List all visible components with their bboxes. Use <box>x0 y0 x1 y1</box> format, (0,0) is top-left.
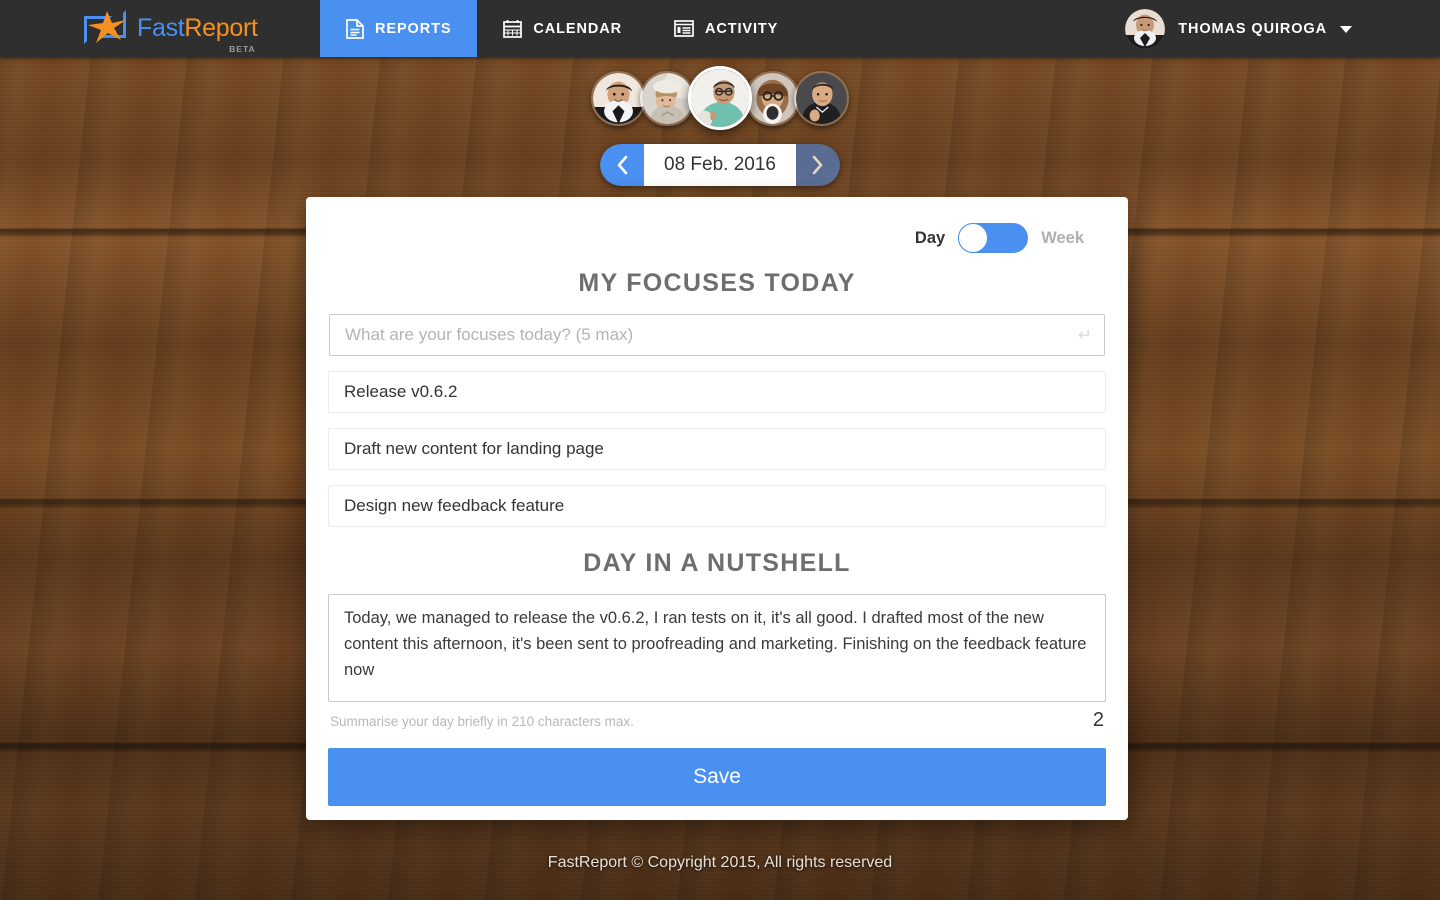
calendar-icon <box>503 19 523 38</box>
brand-wordmark: FastReport BETA <box>137 14 258 54</box>
document-icon <box>346 18 364 39</box>
day-week-toggle-row: Day Week <box>328 219 1106 257</box>
day-week-switch[interactable] <box>958 223 1029 253</box>
report-card: Day Week MY FOCUSES TODAY ↵ Release v0.6… <box>306 197 1128 820</box>
list-window-icon <box>674 20 694 37</box>
focus-item-1[interactable]: Release v0.6.2 <box>328 371 1106 413</box>
footer-copyright: FastReport © Copyright 2015, All rights … <box>547 854 893 871</box>
tab-calendar-label: CALENDAR <box>533 20 622 37</box>
switch-knob <box>958 223 989 253</box>
tab-reports-label: REPORTS <box>375 20 452 37</box>
tab-calendar[interactable]: CALENDAR <box>477 0 648 57</box>
focus-item-2[interactable]: Draft new content for landing page <box>328 428 1106 470</box>
focus-input[interactable] <box>329 314 1105 356</box>
team-avatar-3[interactable] <box>688 66 752 130</box>
team-avatar-2[interactable] <box>640 70 695 126</box>
brand-name-first: Fast <box>137 14 185 42</box>
focus-item-label: Draft new content for landing page <box>344 439 604 458</box>
toggle-label-week: Week <box>1041 228 1084 247</box>
top-navigation-bar: FastReport BETA REPORTS CALENDAR ACTIVIT… <box>0 0 1440 57</box>
beta-badge: BETA <box>229 44 256 54</box>
focus-item-label: Release v0.6.2 <box>344 382 458 401</box>
tab-reports[interactable]: REPORTS <box>320 0 478 57</box>
team-avatar-4[interactable] <box>745 70 800 126</box>
user-name-label: THOMAS QUIROGA <box>1178 20 1327 37</box>
nutshell-heading: DAY IN A NUTSHELL <box>583 549 851 577</box>
nutshell-hint: Summarise your day briefly in 210 charac… <box>330 714 634 729</box>
nav-tabs: REPORTS CALENDAR ACTIVITY <box>320 0 804 57</box>
nutshell-hint-row: Summarise your day briefly in 210 charac… <box>328 709 1106 732</box>
team-avatar-row <box>0 66 1440 130</box>
chevron-right-icon[interactable] <box>795 144 840 186</box>
save-button[interactable]: Save <box>328 748 1106 806</box>
brand-name-second: Report <box>184 14 258 42</box>
current-date-label[interactable]: 08 Feb. 2016 <box>644 144 796 186</box>
chevron-left-icon[interactable] <box>600 144 645 186</box>
app-root: FastReport BETA REPORTS CALENDAR ACTIVIT… <box>0 0 1440 900</box>
focus-item-label: Design new feedback feature <box>344 496 565 515</box>
focus-item-3[interactable]: Design new feedback feature <box>328 485 1106 527</box>
star-logo-icon <box>84 9 128 49</box>
focuses-heading: MY FOCUSES TODAY <box>578 269 856 297</box>
character-counter: 2 <box>1092 709 1104 731</box>
toggle-label-day: Day <box>914 228 946 247</box>
brand-logo[interactable]: FastReport BETA <box>0 0 320 57</box>
user-menu[interactable]: THOMAS QUIROGA <box>1125 0 1440 57</box>
user-avatar <box>1125 8 1166 49</box>
focus-input-wrapper: ↵ <box>329 314 1105 356</box>
nutshell-textarea[interactable] <box>328 594 1106 702</box>
tab-activity[interactable]: ACTIVITY <box>648 0 804 57</box>
chevron-down-icon <box>1340 26 1352 33</box>
date-navigator: 08 Feb. 2016 <box>600 144 840 186</box>
tab-activity-label: ACTIVITY <box>704 20 779 37</box>
team-avatar-5[interactable] <box>794 70 849 126</box>
team-avatar-1[interactable] <box>591 70 646 126</box>
